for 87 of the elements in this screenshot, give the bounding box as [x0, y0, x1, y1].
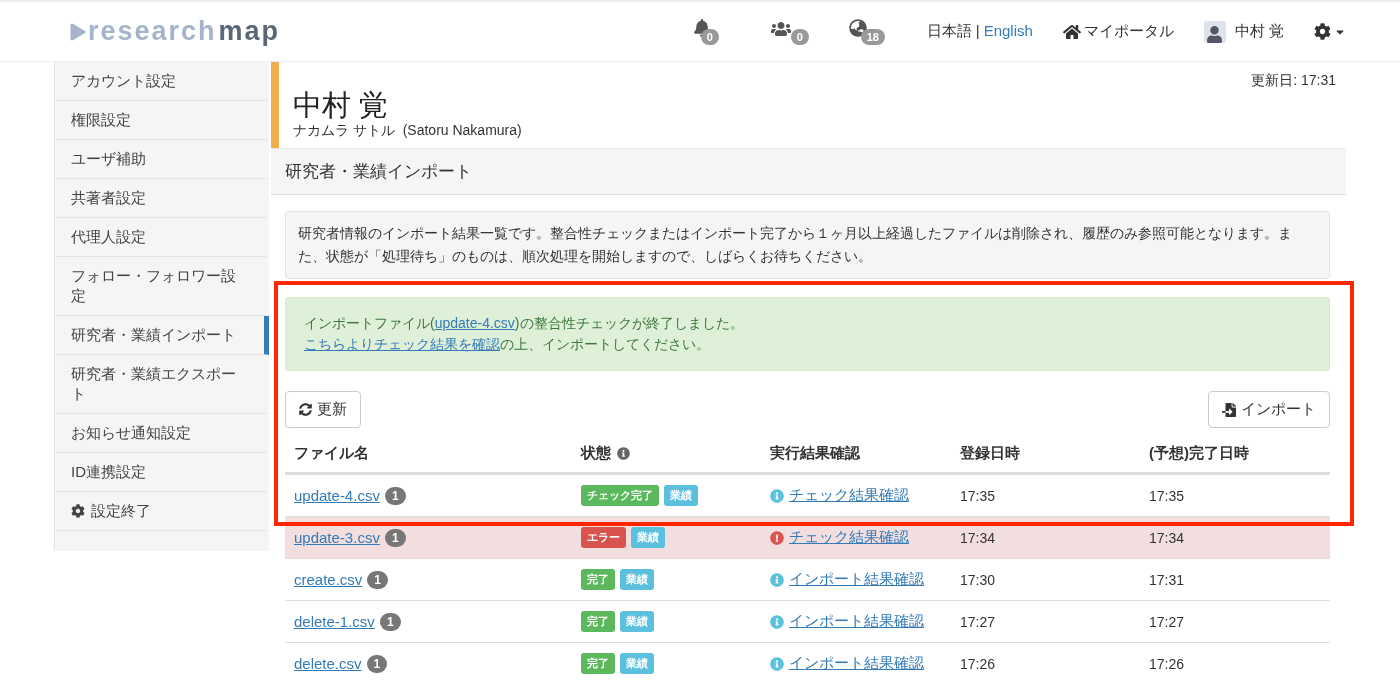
updated-date: 更新日: 17:31 [1251, 72, 1336, 90]
column-header: 実行結果確認 [770, 443, 861, 463]
result-link[interactable]: インポート結果確認 [789, 612, 924, 631]
file-link[interactable]: update-4.csv [434, 315, 515, 331]
info-text: 研究者情報のインポート結果一覧です。整合性チェックまたはインポート完了から１ヶ月以上経過したファイルは削除され、履歴のみ参照可能となります。また、状態が「処理待ち」のものは、順次処理を開始しますので、しばらくお待ちください。 [285, 211, 1330, 279]
table-cell-text: 17:26 [1149, 655, 1186, 672]
category-badge: 業績 [631, 527, 665, 548]
info-icon [770, 572, 784, 587]
table-cell-text: 17:35 [1149, 487, 1186, 504]
category-badge: 業績 [620, 653, 654, 674]
import-icon [1222, 402, 1236, 417]
sidebar-item[interactable]: フォロー・フォロワー設定 [55, 257, 269, 316]
category-badge: 業績 [620, 611, 654, 632]
language-link[interactable]: English [983, 22, 1033, 41]
researcher-name: 中村 覚 [293, 88, 390, 122]
settings-menu[interactable] [1314, 23, 1346, 40]
globe-icon [848, 18, 867, 37]
sidebar-item[interactable]: ユーザ補助 [55, 140, 269, 179]
alert-text: の上、インポートしてください。 [500, 336, 710, 352]
user-menu[interactable]: 中村 覚 [1203, 20, 1284, 43]
language-current: 日本語 [926, 22, 972, 41]
column-header: (予想)完了日時 [1149, 443, 1250, 463]
count-badge: 1 [384, 486, 406, 505]
table-cell-text: 17:35 [960, 487, 997, 504]
sidebar-item[interactable]: 共著者設定 [55, 179, 269, 218]
section-title: 研究者・業績インポート [271, 148, 1346, 195]
status-badge: 完了 [581, 569, 615, 590]
info-icon [770, 488, 784, 503]
home-icon [1062, 22, 1081, 41]
status-badge: エラー [581, 527, 626, 548]
settings-icon [71, 504, 85, 518]
status-badge: 完了 [581, 653, 615, 674]
error-icon [770, 530, 784, 545]
file-link[interactable]: update-4.csv [294, 487, 380, 504]
count-badge: 18 [860, 28, 885, 45]
avatar [1203, 20, 1226, 43]
sidebar-item[interactable]: 代理人設定 [55, 218, 269, 257]
refresh-button[interactable]: 更新 [285, 391, 361, 428]
category-badge: 業績 [664, 485, 698, 506]
sidebar-item[interactable]: ID連携設定 [55, 453, 269, 492]
sidebar-item[interactable]: 設定終了 [55, 492, 269, 531]
table-cell-text: 17:26 [960, 655, 997, 672]
portal-link[interactable]: マイポータル [1062, 22, 1174, 41]
sidebar-item[interactable]: アカウント設定 [55, 62, 269, 101]
result-link[interactable]: インポート結果確認 [789, 654, 924, 673]
table-cell-text: 17:27 [1149, 613, 1186, 630]
sidebar-item[interactable]: 研究者・業績インポート [55, 316, 269, 355]
column-header: ファイル名 [294, 443, 370, 463]
file-link[interactable]: create.csv [294, 571, 363, 588]
refresh-icon [299, 403, 312, 416]
column-header: 登録日時 [960, 443, 1021, 463]
count-badge: 1 [379, 612, 401, 631]
table-cell-text: 17:31 [1149, 571, 1186, 588]
count-badge: 1 [366, 654, 388, 673]
researcher-reading: ナカムラ サトル (Satoru Nakamura) [293, 122, 522, 140]
sidebar-item[interactable]: 権限設定 [55, 101, 269, 140]
column-header: 状態 [581, 443, 770, 463]
play-icon [70, 22, 86, 41]
sidebar-item[interactable]: 研究者・業績エクスポート [55, 355, 269, 414]
check-result-link[interactable]: こちらよりチェック結果を確認 [304, 336, 500, 352]
status-badge: チェック完了 [581, 485, 659, 506]
result-link[interactable]: チェック結果確認 [789, 486, 909, 505]
result-link[interactable]: インポート結果確認 [789, 570, 924, 589]
alert-text: インポートファイル( [304, 315, 435, 331]
table-cell-text: 17:30 [960, 571, 997, 588]
count-badge: 1 [384, 528, 406, 547]
file-link[interactable]: update-3.csv [294, 529, 380, 546]
count-badge: 0 [700, 28, 719, 45]
result-link[interactable]: チェック結果確認 [789, 528, 909, 547]
table-cell-text: 17:34 [1149, 529, 1186, 546]
separator: | [975, 22, 980, 41]
info-icon [770, 656, 784, 671]
file-link[interactable]: delete-1.csv [294, 613, 375, 630]
logo[interactable]: research map [70, 16, 281, 47]
count-badge: 1 [367, 570, 389, 589]
file-link[interactable]: delete.csv [294, 655, 362, 672]
category-badge: 業績 [620, 569, 654, 590]
import-button[interactable]: インポート [1208, 391, 1330, 428]
table-cell-text: 17:27 [960, 613, 997, 630]
alert-text: )の整合性チェックが終了しました。 [514, 315, 744, 331]
sidebar-item[interactable]: お知らせ通知設定 [55, 414, 269, 453]
settings-icon [1314, 23, 1331, 40]
count-badge: 0 [790, 28, 809, 45]
status-badge: 完了 [581, 611, 615, 632]
info-icon [770, 614, 784, 629]
table-cell-text: 17:34 [960, 529, 997, 546]
info-icon [617, 446, 630, 460]
